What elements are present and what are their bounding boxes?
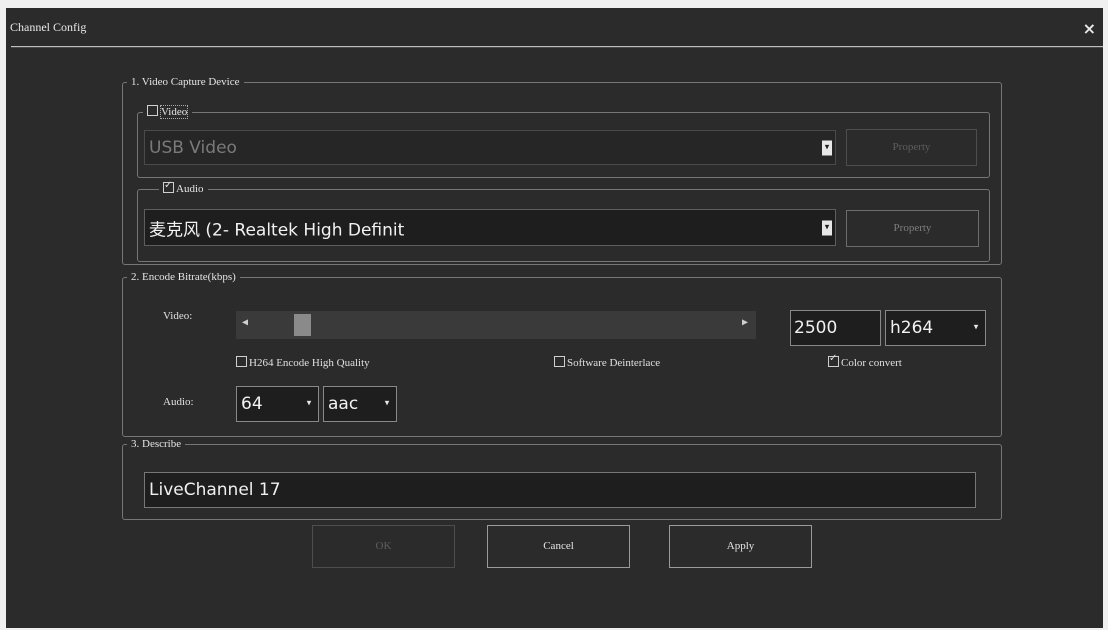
video-property-button[interactable]: Property: [846, 129, 977, 166]
group-label-bitrate: 2. Encode Bitrate(kbps): [127, 270, 240, 284]
cancel-button[interactable]: Cancel: [487, 525, 630, 568]
software-deinterlace-label: Software Deinterlace: [567, 357, 661, 369]
video-bitrate-input[interactable]: 2500: [790, 310, 881, 346]
audio-bitrate-select[interactable]: 64 ▾: [236, 386, 319, 422]
checkbox-box[interactable]: [828, 353, 839, 367]
describe-value: LiveChannel 17: [149, 480, 281, 500]
audio-codec-select[interactable]: aac ▾: [323, 386, 397, 422]
color-convert-label: Color convert: [841, 357, 902, 369]
apply-button[interactable]: Apply: [669, 525, 812, 568]
video-codec-value: h264: [890, 318, 934, 338]
ok-button[interactable]: OK: [312, 525, 455, 568]
video-codec-select[interactable]: h264 ▾: [885, 310, 986, 346]
audio-bitrate-value: 64: [241, 394, 263, 414]
audio-device-value: 麦克风 (2- Realtek High Definit: [149, 220, 405, 240]
chevron-down-icon[interactable]: ▾: [822, 140, 832, 155]
scroll-left-icon[interactable]: ◀: [242, 317, 248, 329]
audio-device-select[interactable]: 麦克风 (2- Realtek High Definit ▾: [144, 209, 836, 246]
audio-checkbox[interactable]: Audio: [159, 179, 208, 196]
color-convert-checkbox[interactable]: Color convert: [828, 353, 902, 369]
h264-high-quality-label: H264 Encode High Quality: [249, 357, 370, 369]
video-capture-device-group: 1. Video Capture Device Video USB Video …: [122, 75, 1002, 265]
video-bitrate-slider[interactable]: ◀ ▶: [236, 311, 756, 339]
group-label-capture: 1. Video Capture Device: [127, 75, 244, 89]
chevron-down-icon[interactable]: ▾: [303, 396, 315, 413]
title-bar: Channel Config ×: [6, 8, 1103, 46]
describe-input[interactable]: LiveChannel 17: [144, 472, 976, 508]
audio-codec-value: aac: [328, 394, 359, 414]
video-device-select[interactable]: USB Video ▾: [144, 130, 836, 165]
channel-config-window: Channel Config × 1. Video Capture Device…: [6, 8, 1103, 628]
group-label-describe: 3. Describe: [127, 437, 186, 451]
checkbox-box[interactable]: [554, 356, 565, 367]
describe-group: 3. Describe LiveChannel 17: [122, 437, 1002, 520]
video-bitrate-value: 2500: [794, 318, 838, 338]
audio-bitrate-label: Audio:: [163, 396, 194, 408]
video-device-value: USB Video: [149, 137, 237, 158]
title-divider: [11, 46, 1103, 48]
close-icon[interactable]: ×: [1083, 19, 1096, 38]
video-checkbox[interactable]: Video: [143, 105, 193, 119]
chevron-down-icon[interactable]: ▾: [970, 320, 982, 337]
slider-thumb[interactable]: [294, 314, 311, 336]
h264-high-quality-checkbox[interactable]: H264 Encode High Quality: [236, 356, 370, 369]
audio-subgroup: Audio 麦克风 (2- Realtek High Definit ▾ Pro…: [137, 179, 990, 262]
video-subgroup: Video USB Video ▾ Property: [137, 105, 990, 178]
encode-bitrate-group: 2. Encode Bitrate(kbps) Video: ◀ ▶ 2500 …: [122, 270, 1002, 437]
audio-property-button[interactable]: Property: [846, 210, 979, 247]
video-checkbox-box[interactable]: [147, 105, 158, 116]
chevron-down-icon[interactable]: ▾: [822, 220, 832, 235]
audio-checkbox-box[interactable]: [163, 179, 174, 193]
window-title: Channel Config: [10, 20, 87, 34]
software-deinterlace-checkbox[interactable]: Software Deinterlace: [554, 356, 660, 369]
checkbox-box[interactable]: [236, 356, 247, 367]
video-checkbox-label: Video: [160, 105, 189, 119]
chevron-down-icon[interactable]: ▾: [381, 396, 393, 413]
scroll-right-icon[interactable]: ▶: [742, 317, 748, 329]
video-bitrate-label: Video:: [163, 310, 193, 322]
audio-checkbox-label: Audio: [176, 183, 204, 195]
